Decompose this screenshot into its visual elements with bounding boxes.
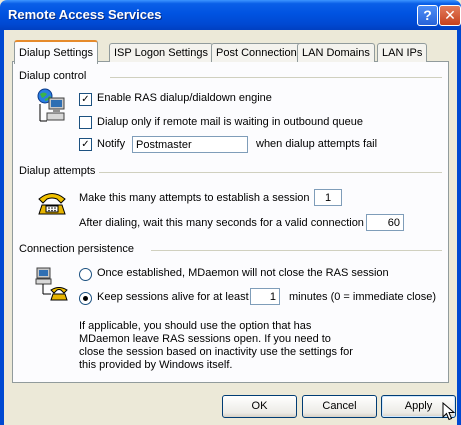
tab-post-connection[interactable]: Post Connection: [211, 43, 302, 62]
attempts-label: Make this many attempts to establish a s…: [79, 192, 310, 204]
enable-ras-checkbox[interactable]: ✓: [79, 93, 92, 106]
wait-seconds-label: After dialing, wait this many seconds fo…: [79, 217, 364, 229]
notify-recipient-field[interactable]: Postmaster: [132, 136, 248, 153]
persistence-note: If applicable, you should use the option…: [79, 320, 353, 371]
enable-ras-label: Enable RAS dialup/dialdown engine: [97, 92, 272, 104]
radio-selected-dot: [83, 296, 88, 301]
group-divider: [110, 77, 442, 78]
help-icon: ?: [423, 7, 432, 23]
close-session-radio[interactable]: [79, 268, 92, 281]
keep-alive-radio[interactable]: [79, 292, 92, 305]
dialup-only-if-mail-checkbox[interactable]: [79, 116, 92, 129]
dialup-only-if-mail-label: Dialup only if remote mail is waiting in…: [97, 116, 363, 128]
telephone-icon: [36, 186, 68, 218]
tab-isp-logon-settings[interactable]: ISP Logon Settings: [109, 43, 213, 62]
close-button[interactable]: ✕: [439, 5, 461, 26]
group-divider: [98, 172, 442, 173]
notify-checkbox[interactable]: ✓: [79, 138, 92, 151]
group-divider: [151, 250, 442, 251]
group-title-connection-persistence: Connection persistence: [19, 243, 138, 255]
tab-lan-domains[interactable]: LAN Domains: [297, 43, 375, 62]
window-border-left: [0, 30, 4, 425]
window-title: Remote Access Services: [8, 7, 162, 22]
network-computers-icon: [35, 266, 69, 302]
notify-label: Notify: [97, 138, 126, 150]
mouse-cursor-icon: [442, 401, 456, 425]
cancel-button[interactable]: Cancel: [302, 395, 377, 418]
notify-suffix-label: when dialup attempts fail: [256, 138, 378, 150]
keep-alive-label: Keep sessions alive for at least: [97, 291, 249, 303]
help-button[interactable]: ?: [417, 5, 438, 26]
tab-dialup-settings[interactable]: Dialup Settings: [14, 40, 98, 64]
close-session-label: Once established, MDaemon will not close…: [97, 267, 389, 279]
close-icon: ✕: [444, 7, 456, 23]
attempts-field[interactable]: 1: [314, 189, 342, 206]
group-title-dialup-attempts: Dialup attempts: [19, 165, 100, 177]
window-border-right: [457, 30, 461, 425]
keep-alive-minutes-field[interactable]: 1: [250, 288, 280, 305]
wait-seconds-field[interactable]: 60: [366, 214, 404, 231]
group-title-dialup-control: Dialup control: [19, 70, 91, 82]
ok-button[interactable]: OK: [222, 395, 297, 418]
network-globe-icon: [36, 88, 66, 124]
tab-lan-ips[interactable]: LAN IPs: [377, 43, 428, 62]
keep-alive-suffix-label: minutes (0 = immediate close): [289, 291, 437, 303]
